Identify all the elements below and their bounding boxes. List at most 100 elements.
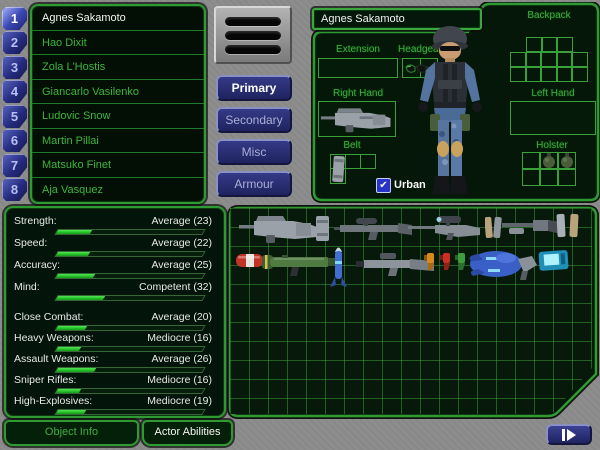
roster-row[interactable]: Martin Pillai bbox=[32, 129, 204, 154]
ammo-magazine[interactable] bbox=[314, 215, 331, 242]
backpack-cell[interactable] bbox=[510, 67, 526, 82]
backpack-grid-top[interactable] bbox=[526, 37, 573, 52]
canister-grenade[interactable] bbox=[236, 252, 263, 269]
sniper-rifle[interactable] bbox=[408, 212, 484, 241]
holster-cell[interactable] bbox=[540, 152, 558, 169]
stat-label: Close Combat: bbox=[14, 311, 83, 323]
tab-object-info[interactable]: Object Info bbox=[4, 420, 139, 446]
roster-row[interactable]: Zola L'Hostis bbox=[32, 55, 204, 80]
ammo-magazine-icon[interactable] bbox=[331, 155, 346, 183]
holster-label: Holster bbox=[512, 140, 592, 151]
backpack-cell[interactable] bbox=[542, 37, 558, 52]
roster-row[interactable]: Aja Vasquez bbox=[32, 178, 204, 203]
ammo-clips[interactable] bbox=[556, 213, 580, 238]
right-hand-slot[interactable] bbox=[318, 101, 396, 137]
stat-row: High-Explosives: Mediocre (19) bbox=[14, 395, 212, 407]
backpack-cell[interactable] bbox=[526, 37, 542, 52]
stat-label: Assault Weapons: bbox=[14, 353, 98, 365]
stat-bar bbox=[54, 409, 205, 415]
left-hand-slot[interactable] bbox=[510, 101, 596, 135]
stat-row: Close Combat: Average (20) bbox=[14, 311, 212, 323]
stat-label: Heavy Weapons: bbox=[14, 332, 94, 344]
left-hand-label: Left Hand bbox=[510, 88, 596, 99]
backpack-cell[interactable] bbox=[557, 67, 573, 82]
tab-armour[interactable]: Armour bbox=[216, 171, 292, 197]
roster-badge-3[interactable]: 3 bbox=[2, 56, 27, 79]
backpack-cell[interactable] bbox=[526, 52, 542, 67]
backpack-cell[interactable] bbox=[526, 67, 542, 82]
step-forward-icon bbox=[561, 429, 577, 441]
holster-cell[interactable] bbox=[558, 169, 576, 186]
roster-badge-4[interactable]: 4 bbox=[2, 80, 27, 103]
roster-row[interactable]: Giancarlo Vasilenko bbox=[32, 80, 204, 105]
stat-row: Accuracy: Average (25) bbox=[14, 259, 212, 271]
tab-primary[interactable]: Primary bbox=[216, 75, 292, 101]
grenade-icon[interactable] bbox=[541, 153, 557, 168]
roster-badge-1[interactable]: 1 bbox=[2, 7, 27, 30]
holster-cell[interactable] bbox=[522, 152, 540, 169]
power-cell[interactable] bbox=[538, 250, 569, 271]
stat-label: Speed: bbox=[14, 237, 47, 249]
urban-camo-checkbox[interactable]: ✔ bbox=[376, 178, 391, 193]
stat-bar bbox=[54, 346, 205, 352]
stat-bar bbox=[54, 251, 205, 257]
flare-grenade-red[interactable] bbox=[440, 252, 453, 271]
alien-blaster[interactable] bbox=[466, 245, 538, 285]
stat-label: Accuracy: bbox=[14, 259, 60, 271]
stat-value: Average (25) bbox=[151, 259, 212, 271]
flare-grenade-orange[interactable] bbox=[424, 252, 437, 271]
holster-cell[interactable] bbox=[558, 152, 576, 169]
stat-value: Average (22) bbox=[151, 237, 212, 249]
stat-bar bbox=[54, 388, 205, 394]
roster-row[interactable]: Ludovic Snow bbox=[32, 104, 204, 129]
stat-label: Strength: bbox=[14, 215, 57, 227]
tab-misc[interactable]: Misc bbox=[216, 139, 292, 165]
backpack-cell[interactable] bbox=[557, 52, 573, 67]
backpack-cell[interactable] bbox=[541, 52, 557, 67]
backpack-cell[interactable] bbox=[572, 52, 588, 67]
stat-value: Average (23) bbox=[151, 215, 212, 227]
bullpup-rifle-icon[interactable] bbox=[320, 103, 394, 135]
combat-shotgun[interactable] bbox=[502, 213, 562, 240]
extension-slot[interactable] bbox=[318, 58, 398, 78]
backpack-cell[interactable] bbox=[510, 52, 526, 67]
backpack-cell[interactable] bbox=[557, 37, 573, 52]
grenade-icon[interactable] bbox=[559, 153, 575, 168]
holster-cell[interactable] bbox=[522, 169, 540, 186]
stat-row: Sniper Rifles: Mediocre (16) bbox=[14, 374, 212, 386]
holster-cell[interactable] bbox=[540, 169, 558, 186]
stat-label: High-Explosives: bbox=[14, 395, 92, 407]
roster-row[interactable]: Agnes Sakamoto bbox=[32, 6, 204, 31]
rocket-launcher[interactable] bbox=[262, 249, 338, 279]
next-soldier-button[interactable] bbox=[546, 424, 592, 445]
tab-secondary[interactable]: Secondary bbox=[216, 107, 292, 133]
character-model[interactable] bbox=[402, 22, 498, 202]
grille-slot bbox=[225, 31, 281, 40]
holster-grid[interactable] bbox=[522, 152, 576, 186]
magazine-pair[interactable] bbox=[485, 215, 502, 240]
roster-row[interactable]: Hao Dixit bbox=[32, 31, 204, 56]
roster-badge-5[interactable]: 5 bbox=[2, 105, 27, 128]
roster-badge-8[interactable]: 8 bbox=[2, 178, 27, 201]
stat-label: Mind: bbox=[14, 281, 40, 293]
scoped-assault-rifle[interactable] bbox=[334, 215, 414, 241]
backpack-grid[interactable] bbox=[510, 52, 588, 82]
backpack-cell[interactable] bbox=[541, 67, 557, 82]
belt-cell[interactable] bbox=[345, 154, 361, 169]
roster-badge-2[interactable]: 2 bbox=[2, 31, 27, 54]
bullpup-assault-rifle[interactable] bbox=[238, 212, 322, 244]
stat-bar bbox=[54, 295, 205, 301]
stat-value: Average (26) bbox=[151, 353, 212, 365]
tab-actor-abilities[interactable]: Actor Abilities bbox=[142, 420, 233, 446]
roster-row[interactable]: Matsuko Finet bbox=[32, 153, 204, 178]
backpack-cell[interactable] bbox=[572, 67, 588, 82]
stat-value: Mediocre (16) bbox=[147, 374, 212, 386]
grille-slot bbox=[225, 17, 281, 26]
belt-cell[interactable] bbox=[360, 154, 376, 169]
blue-missile[interactable] bbox=[330, 243, 347, 289]
roster-badge-6[interactable]: 6 bbox=[2, 129, 27, 152]
backpack-label: Backpack bbox=[500, 10, 598, 21]
roster-badge-7[interactable]: 7 bbox=[2, 154, 27, 177]
stat-row: Assault Weapons: Average (26) bbox=[14, 353, 212, 365]
squad-equipment-screen: 1 2 3 4 5 6 7 8 Agnes Sakamoto Hao Dixit… bbox=[0, 0, 600, 450]
